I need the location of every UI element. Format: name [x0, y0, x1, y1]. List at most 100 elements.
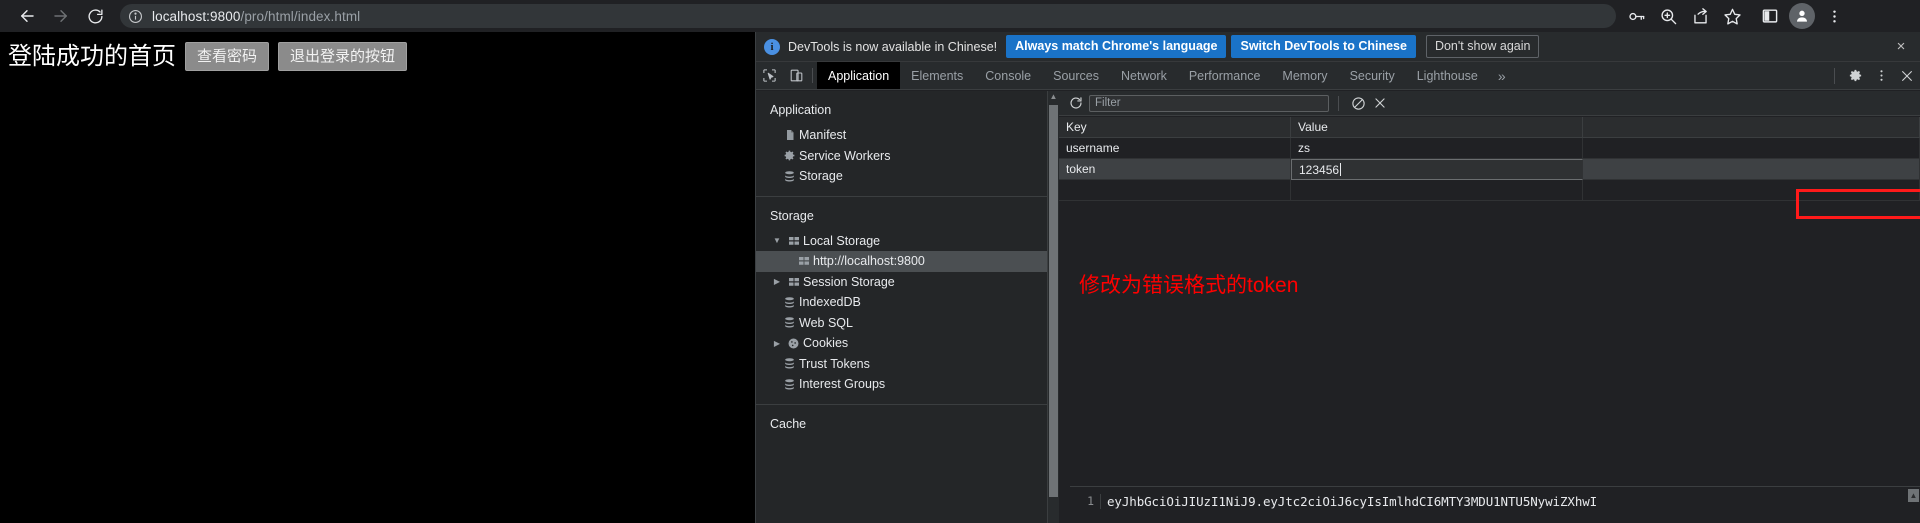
view-password-button[interactable]: 查看密码	[185, 42, 270, 72]
device-toolbar-icon[interactable]	[783, 62, 810, 89]
sidebar-item-label: http://localhost:9800	[813, 254, 925, 269]
sidebar-item-storage[interactable]: Storage	[756, 166, 1047, 187]
application-sidebar: Application Manifest Service Workers Sto…	[756, 91, 1048, 523]
key-icon[interactable]	[1620, 0, 1652, 32]
row-value-text: 123456	[1299, 163, 1340, 177]
value-preview-footer: 1 eyJhbGciOiJIUzI1NiJ9.eyJtc2ciOiJ6cyIsI…	[1070, 486, 1920, 523]
close-devtools-icon[interactable]	[1894, 62, 1920, 90]
preview-line: 1 eyJhbGciOiJIUzI1NiJ9.eyJtc2ciOiJ6cyIsI…	[1070, 487, 1920, 523]
row-value-editor[interactable]: 123456	[1291, 159, 1583, 180]
storage-toolbar: Filter	[1059, 91, 1920, 116]
sidebar-item-label: Interest Groups	[799, 377, 886, 392]
more-menu-icon[interactable]	[1818, 0, 1850, 32]
browser-toolbar: localhost:9800/pro/html/index.html	[0, 0, 1920, 32]
settings-gear-icon[interactable]	[1842, 62, 1868, 90]
delete-selected-icon[interactable]	[1369, 92, 1391, 114]
row-spacer	[1583, 159, 1920, 179]
reload-button[interactable]	[78, 0, 112, 32]
preview-scroll-up-icon[interactable]: ▲	[1908, 489, 1919, 502]
devtools-more-options-icon[interactable]	[1868, 62, 1894, 90]
database-icon	[780, 357, 799, 370]
line-number: 1	[1087, 494, 1094, 508]
tab-lighthouse[interactable]: Lighthouse	[1406, 62, 1489, 89]
sidebar-item-label: Service Workers	[799, 148, 891, 163]
tab-security[interactable]: Security	[1339, 62, 1406, 89]
share-icon[interactable]	[1684, 0, 1716, 32]
sidebar-item-label: Session Storage	[803, 274, 895, 289]
devtools-vertical-scrollbar[interactable]: ▲	[1048, 91, 1059, 523]
profile-avatar-icon[interactable]	[1786, 0, 1818, 32]
more-tabs-icon[interactable]: »	[1489, 62, 1515, 89]
filter-input[interactable]: Filter	[1089, 94, 1329, 112]
refresh-icon[interactable]	[1065, 92, 1087, 114]
annotation-text: 修改为错误格式的token	[1079, 274, 1299, 297]
devtools-language-infobar: i DevTools is now available in Chinese! …	[756, 32, 1920, 62]
column-header-spacer	[1583, 117, 1920, 137]
table-row[interactable]: username zs	[1059, 138, 1920, 159]
row-key[interactable]: username	[1059, 138, 1291, 158]
chevron-down-icon[interactable]: ▼	[770, 236, 784, 245]
inspect-element-icon[interactable]	[756, 62, 783, 89]
tab-elements[interactable]: Elements	[900, 62, 974, 89]
database-icon	[780, 170, 799, 183]
address-bar[interactable]: localhost:9800/pro/html/index.html	[120, 4, 1616, 28]
row-key[interactable]: token	[1059, 159, 1291, 179]
devtools-tabbar: Application Elements Console Sources Net…	[756, 62, 1920, 90]
scrollbar-thumb[interactable]	[1049, 105, 1058, 497]
always-match-language-button[interactable]: Always match Chrome's language	[1006, 35, 1227, 58]
chevron-right-icon[interactable]: ▶	[770, 339, 784, 348]
tab-sources[interactable]: Sources	[1042, 62, 1110, 89]
back-button[interactable]	[10, 0, 44, 32]
tab-application[interactable]: Application	[817, 62, 901, 89]
sidebar-item-session-storage[interactable]: ▶ Session Storage	[756, 272, 1047, 293]
close-icon[interactable]: ×	[1892, 39, 1910, 54]
scroll-up-icon[interactable]: ▲	[1048, 91, 1059, 101]
sidebar-item-indexeddb[interactable]: IndexedDB	[756, 292, 1047, 313]
star-icon[interactable]	[1716, 0, 1748, 32]
sidebar-item-trust-tokens[interactable]: Trust Tokens	[756, 354, 1047, 375]
table-row[interactable]: token 123456	[1059, 159, 1920, 180]
sidebar-item-local-storage[interactable]: ▼ Local Storage	[756, 231, 1047, 252]
forward-button[interactable]	[44, 0, 78, 32]
devtools-body: Application Manifest Service Workers Sto…	[756, 91, 1920, 523]
dont-show-again-button[interactable]: Don't show again	[1425, 35, 1540, 58]
sidebar-item-label: IndexedDB	[799, 295, 861, 310]
sidebar-item-label: Manifest	[799, 128, 847, 143]
sidebar-item-interest-groups[interactable]: Interest Groups	[756, 374, 1047, 395]
sidebar-item-service-workers[interactable]: Service Workers	[756, 146, 1047, 167]
sidebar-item-label: Local Storage	[803, 233, 881, 248]
chevron-right-icon[interactable]: ▶	[770, 277, 784, 286]
row-key-empty[interactable]	[1059, 180, 1291, 200]
tab-memory[interactable]: Memory	[1271, 62, 1338, 89]
devtools-panel: i DevTools is now available in Chinese! …	[755, 32, 1920, 523]
address-path: /pro/html/index.html	[240, 8, 361, 24]
sidebar-item-cookies[interactable]: ▶ Cookies	[756, 333, 1047, 354]
clear-all-icon[interactable]	[1347, 92, 1369, 114]
zoom-icon[interactable]	[1652, 0, 1684, 32]
table-icon	[794, 255, 813, 267]
table-row-empty[interactable]	[1059, 180, 1920, 201]
tab-console[interactable]: Console	[974, 62, 1042, 89]
preview-content[interactable]: eyJhbGciOiJIUzI1NiJ9.eyJtc2ciOiJ6cyIsIml…	[1100, 494, 1920, 509]
sidebar-item-web-sql[interactable]: Web SQL	[756, 313, 1047, 334]
sidebar-item-manifest[interactable]: Manifest	[756, 125, 1047, 146]
side-panel-icon[interactable]	[1754, 0, 1786, 32]
cookie-icon	[784, 337, 803, 350]
tab-network[interactable]: Network	[1110, 62, 1178, 89]
column-header-value[interactable]: Value	[1291, 117, 1583, 137]
avatar[interactable]	[1789, 3, 1815, 29]
row-value[interactable]: zs	[1291, 138, 1583, 158]
page-title: 登陆成功的首页	[8, 42, 176, 70]
table-header: Key Value	[1059, 117, 1920, 138]
toolbar-divider	[1338, 95, 1339, 111]
logout-button[interactable]: 退出登录的按钮	[278, 42, 408, 72]
row-value-empty[interactable]	[1291, 180, 1583, 200]
local-storage-table: Key Value username zs token 123456 修改为错误…	[1059, 117, 1920, 523]
sidebar-item-localhost-origin[interactable]: http://localhost:9800	[756, 251, 1047, 272]
switch-devtools-language-button[interactable]: Switch DevTools to Chinese	[1231, 35, 1416, 58]
column-header-key[interactable]: Key	[1059, 117, 1291, 137]
site-info-icon[interactable]	[128, 9, 143, 24]
address-host: localhost:9800	[152, 8, 241, 24]
sidebar-item-label: Storage	[799, 169, 843, 184]
tab-performance[interactable]: Performance	[1178, 62, 1272, 89]
